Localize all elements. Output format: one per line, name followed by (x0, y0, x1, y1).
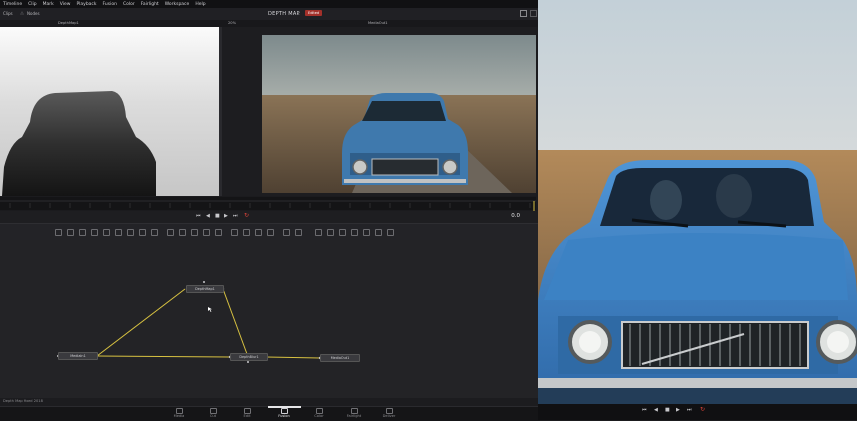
full-preview-viewer[interactable] (538, 0, 857, 404)
page-label-fusion: Fusion (278, 414, 290, 418)
play-reverse-icon[interactable]: ◀ (206, 213, 210, 219)
node-media-in[interactable]: MediaIn1 (58, 352, 98, 360)
menu-color[interactable]: Color (123, 2, 135, 7)
stop-icon[interactable]: ■ (215, 213, 220, 219)
page-label-deliver: Deliver (382, 414, 396, 418)
node-depth-blur[interactable]: DepthBlur1 (230, 353, 268, 361)
full-preview-image (538, 0, 857, 404)
page-label-media: Media (173, 414, 185, 418)
merge3d-tool-icon[interactable] (283, 229, 290, 236)
blur-tool-icon[interactable] (191, 229, 198, 236)
go-to-start-icon[interactable]: ⏮ (196, 213, 201, 219)
menu-fusion[interactable]: Fusion (103, 2, 117, 7)
page-tab-color[interactable]: Color (306, 407, 332, 421)
menu-bar: Timeline Clip Mark View Playback Fusion … (0, 0, 540, 8)
rectangle-tool-icon[interactable] (115, 229, 122, 236)
zoom-level-left[interactable]: 20% (228, 21, 236, 25)
menu-timeline[interactable]: Timeline (3, 2, 22, 7)
loop-icon[interactable]: ↻ (244, 212, 249, 219)
menu-help[interactable]: Help (195, 2, 205, 7)
particles-tool-icon[interactable] (243, 229, 250, 236)
displace-tool-icon[interactable] (363, 229, 370, 236)
play-icon[interactable]: ▶ (224, 213, 228, 219)
depth-map-image (0, 27, 219, 196)
right-viewer[interactable] (222, 27, 536, 196)
light-tool-icon[interactable] (315, 229, 322, 236)
bspline-tool-icon[interactable] (103, 229, 110, 236)
glow-tool-icon[interactable] (203, 229, 210, 236)
preview-go-to-end-icon[interactable]: ⏭ (687, 407, 692, 413)
page-label-color: Color (314, 414, 324, 418)
text3d-tool-icon[interactable] (351, 229, 358, 236)
preview-play-reverse-icon[interactable]: ◀ (654, 407, 658, 413)
background-tool-icon[interactable] (55, 229, 62, 236)
polygon-tool-icon[interactable] (91, 229, 98, 236)
nodes-toggle[interactable]: Nodes (27, 11, 40, 16)
project-title: DEPTH MAP (268, 11, 300, 17)
preview-loop-icon[interactable]: ↻ (700, 406, 705, 413)
ellipse-tool-icon[interactable] (127, 229, 134, 236)
page-label-fairlight: Fairlight (346, 414, 362, 418)
page-tab-fairlight[interactable]: Fairlight (340, 407, 368, 421)
page-tab-edit[interactable]: Edit (234, 407, 260, 421)
preview-play-icon[interactable]: ▶ (676, 407, 680, 413)
timecode: 0.0 (511, 213, 520, 219)
image-plane-tool-icon[interactable] (339, 229, 346, 236)
fog-tool-icon[interactable] (327, 229, 334, 236)
resize-tool-icon[interactable] (179, 229, 186, 236)
menu-fairlight[interactable]: Fairlight (141, 2, 159, 7)
node-depth-map[interactable]: DepthMap1 (186, 285, 224, 293)
left-viewer-title: DepthMap1 (58, 21, 79, 25)
settings-tool-icon[interactable] (387, 229, 394, 236)
menu-view[interactable]: View (60, 2, 71, 7)
page-label-cut: Cut (209, 414, 217, 418)
status-text: Depth Map fixed 2018 (3, 399, 43, 403)
menu-mark[interactable]: Mark (43, 2, 54, 7)
renderer3d-tool-icon[interactable] (295, 229, 302, 236)
text-tool-icon[interactable] (79, 229, 86, 236)
active-page-indicator (268, 406, 301, 408)
preview-transport-bar: ⏮ ◀ ■ ▶ ⏭ ↻ (538, 404, 857, 420)
clips-toggle[interactable]: Clips (3, 11, 13, 16)
go-to-end-icon[interactable]: ⏭ (233, 213, 238, 219)
node-editor[interactable]: MediaIn1 DepthMap1 DepthBlur1 MediaOut1 (0, 240, 540, 398)
shape3d-tool-icon[interactable] (255, 229, 262, 236)
nodes-icon[interactable]: ⁂ (20, 11, 24, 16)
preview-go-to-start-icon[interactable]: ⏮ (642, 407, 647, 413)
page-navigation: Media Cut Edit Fusion Color Fairlight De… (0, 406, 540, 421)
maximize-window-icon[interactable] (530, 10, 537, 17)
left-viewer[interactable] (0, 27, 219, 196)
page-tab-fusion[interactable]: Fusion (271, 407, 297, 421)
tracker-tool-icon[interactable] (231, 229, 238, 236)
menu-playback[interactable]: Playback (76, 2, 96, 7)
media-out-image (262, 35, 536, 193)
right-viewer-title: MediaOut1 (368, 21, 388, 25)
page-tab-media[interactable]: Media (166, 407, 192, 421)
restore-window-icon[interactable] (520, 10, 527, 17)
render-tool-icon[interactable] (375, 229, 382, 236)
page-label-edit: Edit (243, 414, 251, 418)
menu-workspace[interactable]: Workspace (165, 2, 190, 7)
menu-clip[interactable]: Clip (28, 2, 37, 7)
viewer-header: DepthMap1 20% MediaOut1 Fusion default (0, 20, 540, 30)
status-bar: Depth Map fixed 2018 (0, 398, 540, 406)
color-correct-tool-icon[interactable] (151, 229, 158, 236)
chevron-down-icon[interactable]: ⌄ (297, 11, 300, 16)
transport-bar: ⏮ ◀ ■ ▶ ⏭ ↻ 0.0 (0, 211, 540, 223)
camera3d-tool-icon[interactable] (267, 229, 274, 236)
paint-tool-icon[interactable] (67, 229, 74, 236)
transform-tool-icon[interactable] (167, 229, 174, 236)
mask-tool-icon[interactable] (215, 229, 222, 236)
edited-badge: Edited (305, 10, 323, 16)
page-tab-cut[interactable]: Cut (200, 407, 226, 421)
node-media-out[interactable]: MediaOut1 (320, 354, 360, 362)
time-ruler[interactable] (0, 197, 536, 211)
merge-tool-icon[interactable] (139, 229, 146, 236)
fusion-tool-strip (0, 223, 540, 241)
page-tab-deliver[interactable]: Deliver (375, 407, 403, 421)
preview-stop-icon[interactable]: ■ (665, 407, 670, 413)
